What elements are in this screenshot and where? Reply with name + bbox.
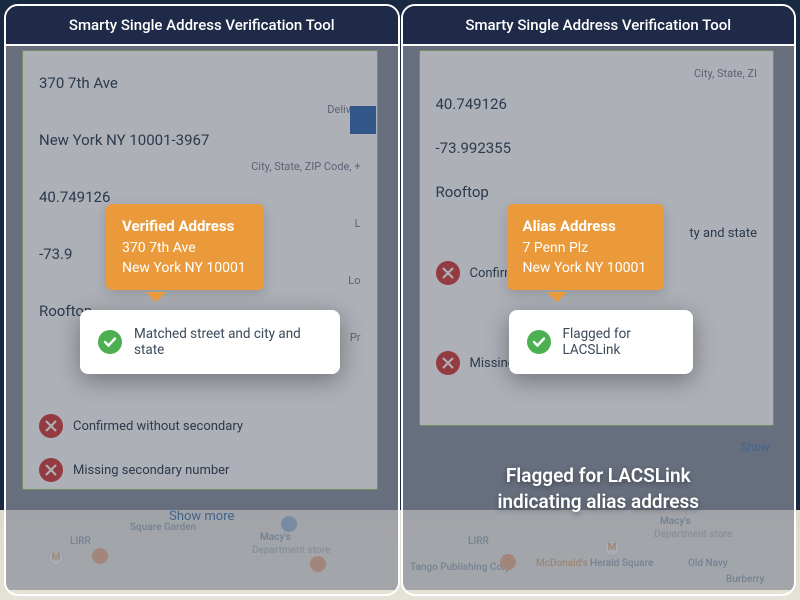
explainer-caption: Flagged for LACSLink indicating alias ad… [403,463,795,516]
callout-title: Verified Address [122,216,246,238]
callout-line: 7 Penn Plz [523,238,647,258]
caption-line: indicating alias address [403,489,795,516]
field-hint: City, State, ZI [436,65,758,86]
verified-callout: Verified Address 370 7th Ave New York NY… [106,204,264,290]
caption-line: Flagged for LACSLink [403,463,795,490]
highlight-flagged: Flagged for LACSLink [509,310,693,374]
show-more-link[interactable]: Show more [6,501,398,528]
callout-title: Alias Address [523,216,647,238]
panel-alias: Smarty Single Address Verification Tool … [401,4,797,596]
status-label: Missing secondary number [73,463,229,478]
field-hint: City, State, ZIP Code, + [39,158,361,179]
panel-verified: Smarty Single Address Verification Tool … [4,4,400,596]
field-hint [436,166,758,174]
field-hint: Deliver [39,101,361,122]
callout-line: 370 7th Ave [122,238,246,258]
status-missing: Missing secondary number [39,448,361,492]
check-icon [98,330,122,354]
panel-body: City, State, ZI 40.749126 -73.992355 Roo… [403,46,795,590]
status-label: ty and state [689,226,757,241]
status-label: Confirmed without secondary [73,419,243,434]
show-link[interactable]: Show [740,440,770,454]
check-icon [527,330,551,354]
x-icon [436,261,460,285]
status-confirmed: Confirmed without secondary [39,404,361,448]
lookup-button[interactable] [350,106,376,134]
x-icon [39,458,63,482]
highlight-matched: Matched street and city and state [80,310,340,374]
field-hint [436,122,758,130]
address-city: New York NY 10001-3967 [39,122,361,158]
latitude-value: 40.749126 [436,86,758,122]
alias-callout: Alias Address 7 Penn Plz New York NY 100… [507,204,665,290]
panel-title: Smarty Single Address Verification Tool [6,6,398,46]
panel-body: 370 7th Ave Deliver New York NY 10001-39… [6,46,398,590]
panel-title: Smarty Single Address Verification Tool [403,6,795,46]
callout-line: New York NY 10001 [523,258,647,278]
address-line: 370 7th Ave [39,65,361,101]
x-icon [436,351,460,375]
highlight-label: Matched street and city and state [134,326,322,358]
callout-line: New York NY 10001 [122,258,246,278]
x-icon [39,414,63,438]
split-container: Smarty Single Address Verification Tool … [0,0,800,600]
highlight-label: Flagged for LACSLink [563,326,675,358]
longitude-value: -73.992355 [436,130,758,166]
